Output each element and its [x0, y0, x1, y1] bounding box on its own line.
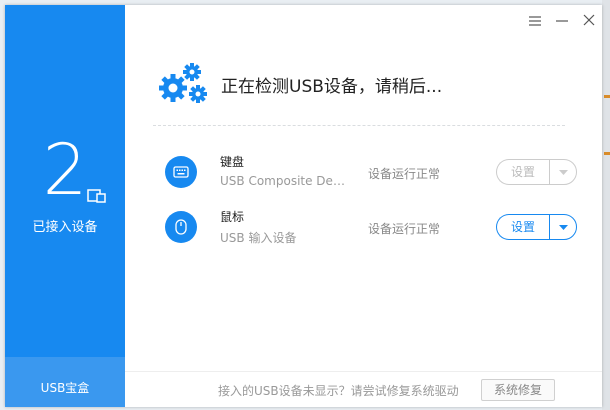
scan-status-text: 正在检测USB设备，请稍后...: [221, 77, 443, 97]
sidebar-footer: USB宝盒: [5, 357, 125, 407]
close-button[interactable]: [579, 11, 599, 31]
keyboard-icon: [165, 156, 197, 188]
device-name: 鼠标: [220, 210, 245, 224]
minimize-icon: [556, 20, 568, 22]
mouse-settings-group: 设置: [496, 214, 577, 240]
menu-button[interactable]: [525, 11, 545, 31]
desktop-marker: [604, 152, 610, 155]
device-status: 设备运行正常: [368, 167, 441, 181]
menu-icon: [529, 16, 541, 26]
keyboard-settings-button[interactable]: 设置: [496, 159, 549, 185]
desktop-background: [602, 0, 610, 410]
device-count: 2: [42, 129, 88, 211]
sidebar: 2 已接入设备 USB宝盒: [5, 5, 125, 407]
device-row-keyboard: 键盘 USB Composite Device 设备运行正常 设置: [165, 153, 585, 193]
footer-hint: 接入的USB设备未显示？请尝试修复系统驱动: [218, 384, 459, 398]
mouse-settings-dropdown[interactable]: [549, 214, 577, 240]
mouse-settings-button[interactable]: 设置: [496, 214, 549, 240]
gears-icon: [159, 63, 207, 103]
header-divider: [153, 125, 565, 126]
system-repair-button[interactable]: 系统修复: [481, 379, 555, 401]
device-row-mouse: 鼠标 USB 输入设备 设备运行正常 设置: [165, 208, 585, 248]
device-description: USB 输入设备: [220, 231, 297, 245]
connected-devices-label: 已接入设备: [32, 220, 98, 235]
mouse-icon: [165, 211, 197, 243]
chevron-down-icon: [558, 224, 568, 230]
device-name: 键盘: [220, 155, 245, 169]
chevron-down-icon: [558, 169, 568, 175]
close-icon: [583, 14, 595, 26]
app-name-label: USB宝盒: [40, 381, 90, 395]
keyboard-settings-dropdown[interactable]: [549, 159, 577, 185]
desktop-marker: [604, 95, 610, 98]
device-count-block: 2: [5, 130, 125, 210]
device-status: 设备运行正常: [368, 222, 441, 236]
keyboard-settings-group: 设置: [496, 159, 577, 185]
device-description: USB Composite Device: [220, 174, 352, 188]
footer-bar: 接入的USB设备未显示？请尝试修复系统驱动 系统修复: [125, 371, 602, 408]
minimize-button[interactable]: [552, 11, 572, 31]
device-icon: [87, 189, 106, 203]
usb-box-window: 2 已接入设备 USB宝盒 正在检测USB设备，请稍后... 键盘 USB Co…: [5, 5, 602, 407]
